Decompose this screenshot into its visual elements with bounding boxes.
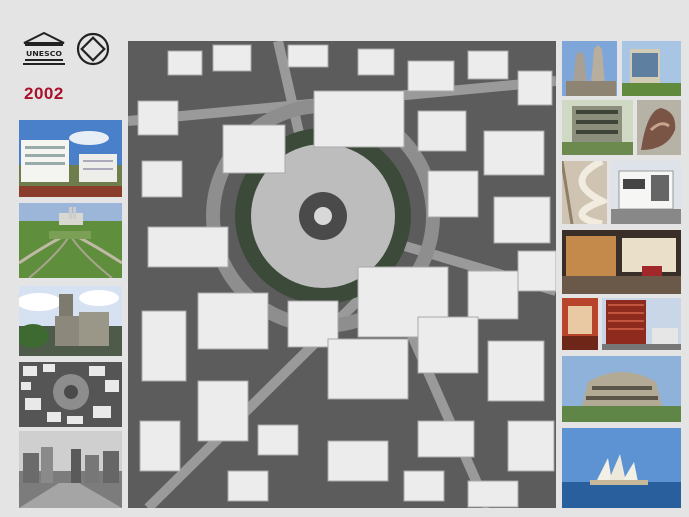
white-villa-photo (611, 161, 681, 224)
gaudi-church-photo (562, 41, 617, 96)
modern-campus-building-photo (622, 41, 681, 96)
sculpture-photo (637, 100, 681, 155)
sydney-opera-house-photo (562, 428, 681, 508)
red-interior-photo (562, 298, 598, 350)
world-heritage-emblem-icon (76, 32, 110, 66)
unesco-logo: UNESCO (22, 31, 66, 66)
church-tower-photo (19, 286, 122, 356)
red-tower-photo (602, 298, 681, 350)
bauhaus-building-photo (562, 100, 633, 155)
interior-lounge-photo (562, 230, 681, 294)
tel-aviv-aerial-thumb-photo (19, 362, 122, 427)
brasilia-aerial-photo (19, 203, 122, 278)
centennial-hall-photo (562, 356, 681, 422)
city-skyline-bw-photo (19, 431, 122, 508)
white-modernist-building-photo (19, 120, 122, 197)
unesco-logo-text: UNESCO (26, 50, 62, 58)
spiral-staircase-photo (562, 161, 607, 224)
inscription-year: 2002 (24, 84, 64, 103)
tel-aviv-dizengoff-square-aerial-photo (128, 41, 556, 508)
